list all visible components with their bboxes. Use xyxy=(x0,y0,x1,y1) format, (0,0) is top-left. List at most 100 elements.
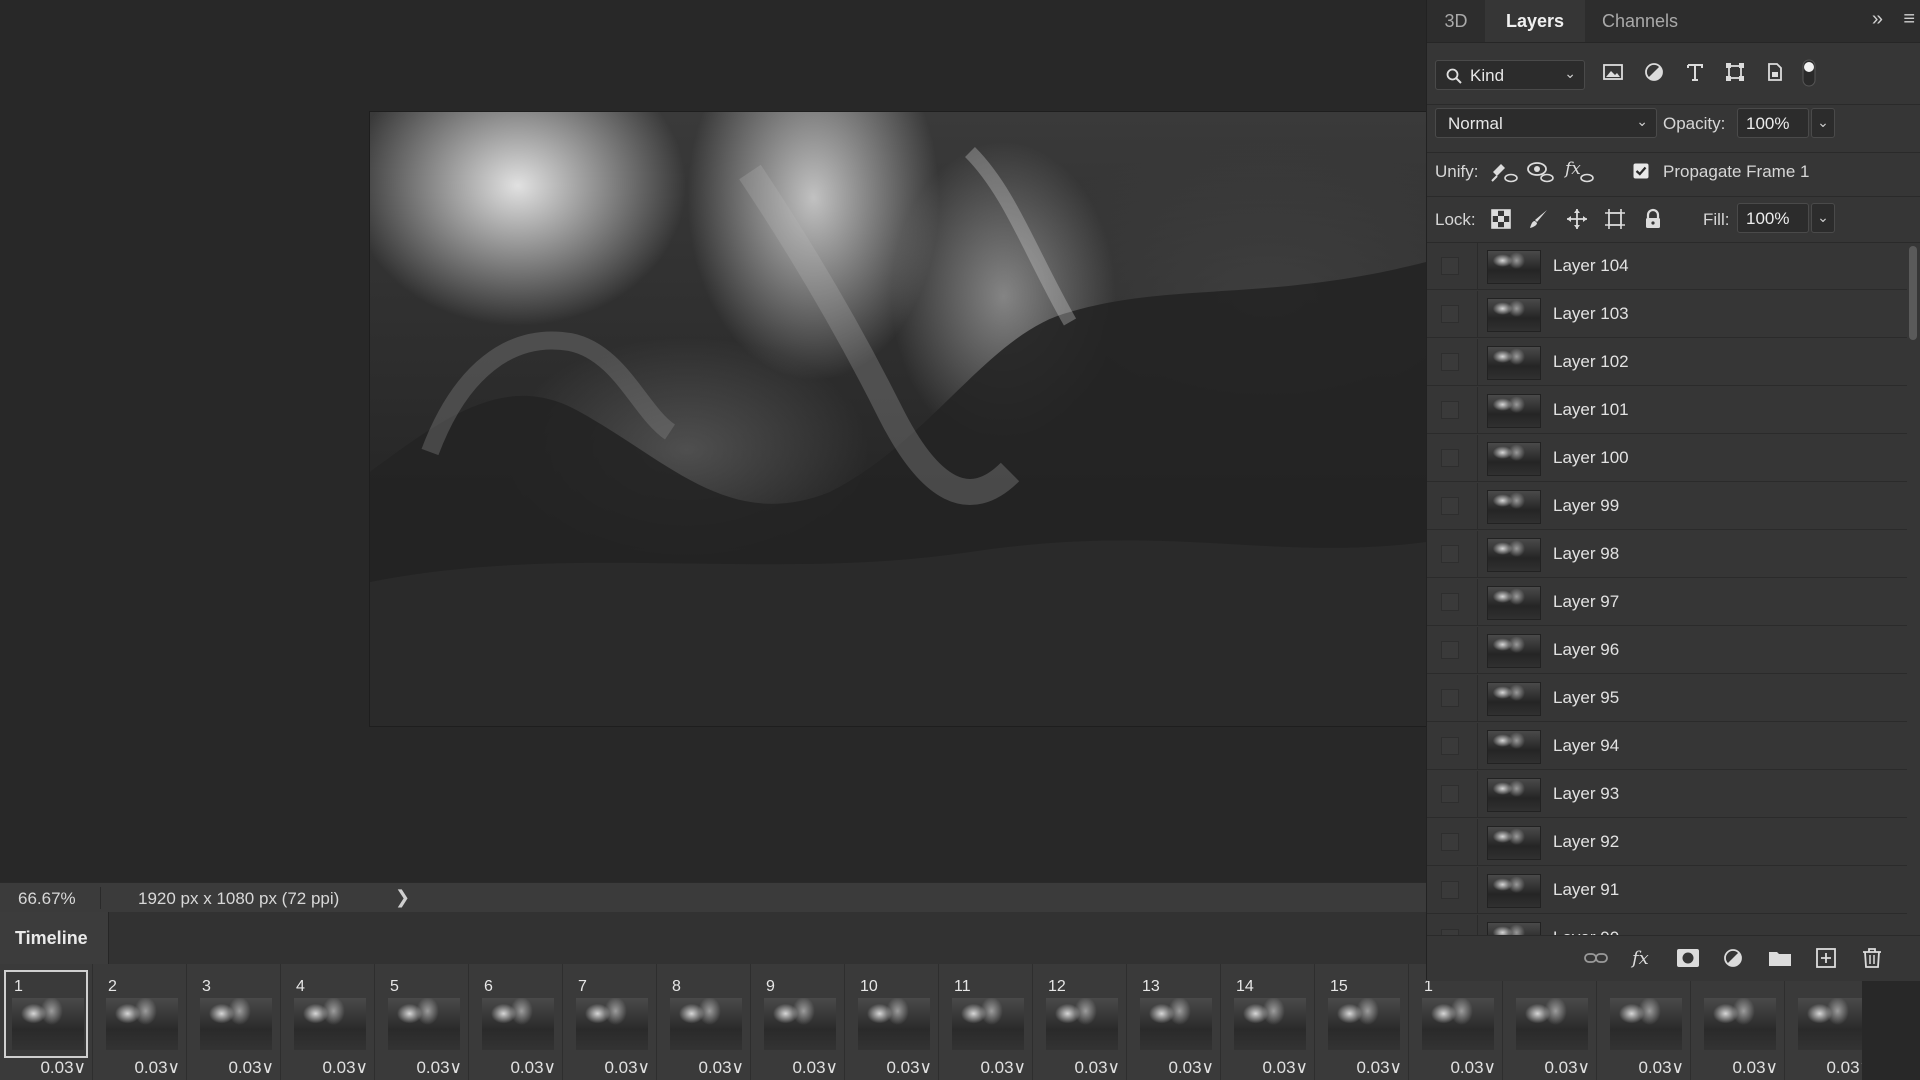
unify-visibility-icon[interactable] xyxy=(1525,158,1555,184)
layer-row[interactable]: Layer 99 xyxy=(1427,483,1907,530)
layer-name[interactable]: Layer 102 xyxy=(1553,352,1629,372)
layer-list[interactable]: Layer 104 Layer 103 Layer 102 Layer 101 Laye… xyxy=(1427,243,1907,935)
timeline-frame[interactable]: 9 0.03∨ xyxy=(752,964,845,1080)
timeline-frame[interactable]: 13 0.03∨ xyxy=(1128,964,1221,1080)
layer-visibility-toggle[interactable] xyxy=(1441,545,1459,563)
layer-thumbnail[interactable] xyxy=(1487,346,1541,380)
layer-visibility-toggle[interactable] xyxy=(1441,305,1459,323)
layer-row[interactable]: Layer 91 xyxy=(1427,867,1907,914)
trash-icon[interactable] xyxy=(1859,946,1885,970)
layer-name[interactable]: Layer 100 xyxy=(1553,448,1629,468)
layer-visibility-toggle[interactable] xyxy=(1441,353,1459,371)
layer-row[interactable]: Layer 90 xyxy=(1427,915,1907,935)
layer-thumbnail[interactable] xyxy=(1487,394,1541,428)
layer-row[interactable]: Layer 92 xyxy=(1427,819,1907,866)
frame-delay-dropdown[interactable]: 0.03∨ xyxy=(416,1058,462,1078)
new-layer-icon[interactable] xyxy=(1813,946,1839,970)
opacity-field[interactable]: 100% xyxy=(1737,108,1809,138)
layer-row[interactable]: Layer 103 xyxy=(1427,291,1907,338)
frame-delay-dropdown[interactable]: 0.03∨ xyxy=(1544,1058,1590,1078)
layer-name[interactable]: Layer 97 xyxy=(1553,592,1619,612)
timeline-frame[interactable]: 10 0.03∨ xyxy=(846,964,939,1080)
fx-icon[interactable]: fx xyxy=(1629,946,1655,970)
layer-row[interactable]: Layer 95 xyxy=(1427,675,1907,722)
layer-thumbnail[interactable] xyxy=(1487,538,1541,572)
frame-delay-dropdown[interactable]: 0.03∨ xyxy=(1732,1058,1778,1078)
layer-name[interactable]: Layer 93 xyxy=(1553,784,1619,804)
layer-visibility-toggle[interactable] xyxy=(1441,833,1459,851)
tab-channels[interactable]: Channels xyxy=(1585,0,1695,42)
document-image-wave[interactable] xyxy=(370,112,1426,726)
link-layers-icon[interactable] xyxy=(1583,946,1609,970)
timeline-frame[interactable]: 4 0.03∨ xyxy=(282,964,375,1080)
group-folder-icon[interactable] xyxy=(1767,946,1793,970)
layer-mask-icon[interactable] xyxy=(1675,946,1701,970)
layer-thumbnail[interactable] xyxy=(1487,826,1541,860)
frame-delay-dropdown[interactable]: 0.03∨ xyxy=(886,1058,932,1078)
blend-mode-dropdown[interactable]: Normal ⌄ xyxy=(1435,108,1657,138)
timeline-frame[interactable]: 6 0.03∨ xyxy=(470,964,563,1080)
lock-transparent-icon[interactable] xyxy=(1489,207,1513,231)
layer-thumbnail[interactable] xyxy=(1487,682,1541,716)
frame-delay-dropdown[interactable]: 0.03∨ xyxy=(1262,1058,1308,1078)
timeline-frame[interactable]: 14 0.03∨ xyxy=(1222,964,1315,1080)
layer-name[interactable]: Layer 104 xyxy=(1553,256,1629,276)
frame-delay-dropdown[interactable]: 0.03∨ xyxy=(1826,1058,1862,1078)
timeline-frame[interactable]: 0.03∨ xyxy=(1504,964,1597,1080)
layer-name[interactable]: Layer 98 xyxy=(1553,544,1619,564)
panel-menu-icon[interactable]: ≡ xyxy=(1903,8,1915,31)
frame-delay-dropdown[interactable]: 0.03∨ xyxy=(1450,1058,1496,1078)
timeline-frame[interactable]: 2 0.03∨ xyxy=(94,964,187,1080)
layer-visibility-toggle[interactable] xyxy=(1441,641,1459,659)
image-filter-icon[interactable] xyxy=(1601,60,1625,84)
timeline-frame[interactable]: 0.03∨ xyxy=(1598,964,1691,1080)
frame-delay-dropdown[interactable]: 0.03∨ xyxy=(1356,1058,1402,1078)
timeline-frame[interactable]: 0.03∨ xyxy=(1786,964,1862,1080)
frame-delay-dropdown[interactable]: 0.03∨ xyxy=(40,1058,86,1078)
layer-visibility-toggle[interactable] xyxy=(1441,497,1459,515)
layer-row[interactable]: Layer 93 xyxy=(1427,771,1907,818)
layer-thumbnail[interactable] xyxy=(1487,778,1541,812)
lock-position-icon[interactable] xyxy=(1565,207,1589,231)
propagate-checkbox[interactable] xyxy=(1633,163,1649,179)
shape-filter-icon[interactable] xyxy=(1723,60,1747,84)
layer-row[interactable]: Layer 102 xyxy=(1427,339,1907,386)
layer-row[interactable]: Layer 94 xyxy=(1427,723,1907,770)
frame-delay-dropdown[interactable]: 0.03∨ xyxy=(1074,1058,1120,1078)
layer-visibility-toggle[interactable] xyxy=(1441,449,1459,467)
layer-filter-dropdown[interactable]: Kind ⌄ xyxy=(1435,60,1585,90)
smart-object-filter-icon[interactable] xyxy=(1763,60,1787,84)
layer-thumbnail[interactable] xyxy=(1487,730,1541,764)
lock-all-icon[interactable] xyxy=(1641,207,1665,231)
layer-thumbnail[interactable] xyxy=(1487,442,1541,476)
lock-image-icon[interactable] xyxy=(1527,207,1551,231)
timeline-frame[interactable]: 1 0.03∨ xyxy=(1410,964,1503,1080)
unify-style-icon[interactable]: fx xyxy=(1563,158,1597,184)
layer-row[interactable]: Layer 98 xyxy=(1427,531,1907,578)
frame-delay-dropdown[interactable]: 0.03∨ xyxy=(228,1058,274,1078)
layer-thumbnail[interactable] xyxy=(1487,874,1541,908)
timeline-frame[interactable]: 0.03∨ xyxy=(1692,964,1785,1080)
frame-delay-dropdown[interactable]: 0.03∨ xyxy=(604,1058,650,1078)
layer-visibility-toggle[interactable] xyxy=(1441,593,1459,611)
timeline-frame[interactable]: 8 0.03∨ xyxy=(658,964,751,1080)
layer-row[interactable]: Layer 97 xyxy=(1427,579,1907,626)
timeline-frame[interactable]: 3 0.03∨ xyxy=(188,964,281,1080)
opacity-chevron-down-icon[interactable]: ⌄ xyxy=(1811,108,1835,138)
filter-toggle-icon[interactable] xyxy=(1801,58,1817,88)
layer-row[interactable]: Layer 101 xyxy=(1427,387,1907,434)
tab-timeline[interactable]: Timeline xyxy=(0,912,109,964)
layer-name[interactable]: Layer 92 xyxy=(1553,832,1619,852)
frame-delay-dropdown[interactable]: 0.03∨ xyxy=(134,1058,180,1078)
timeline-frame[interactable]: 15 0.03∨ xyxy=(1316,964,1409,1080)
layer-name[interactable]: Layer 103 xyxy=(1553,304,1629,324)
status-menu-arrow-icon[interactable]: ❯ xyxy=(395,887,410,908)
layer-name[interactable]: Layer 101 xyxy=(1553,400,1629,420)
layer-thumbnail[interactable] xyxy=(1487,298,1541,332)
tab-3d[interactable]: 3D xyxy=(1427,0,1485,42)
fill-field[interactable]: 100% xyxy=(1737,203,1809,233)
layer-thumbnail[interactable] xyxy=(1487,634,1541,668)
layer-visibility-toggle[interactable] xyxy=(1441,689,1459,707)
frame-delay-dropdown[interactable]: 0.03∨ xyxy=(792,1058,838,1078)
timeline-frame[interactable]: 11 0.03∨ xyxy=(940,964,1033,1080)
